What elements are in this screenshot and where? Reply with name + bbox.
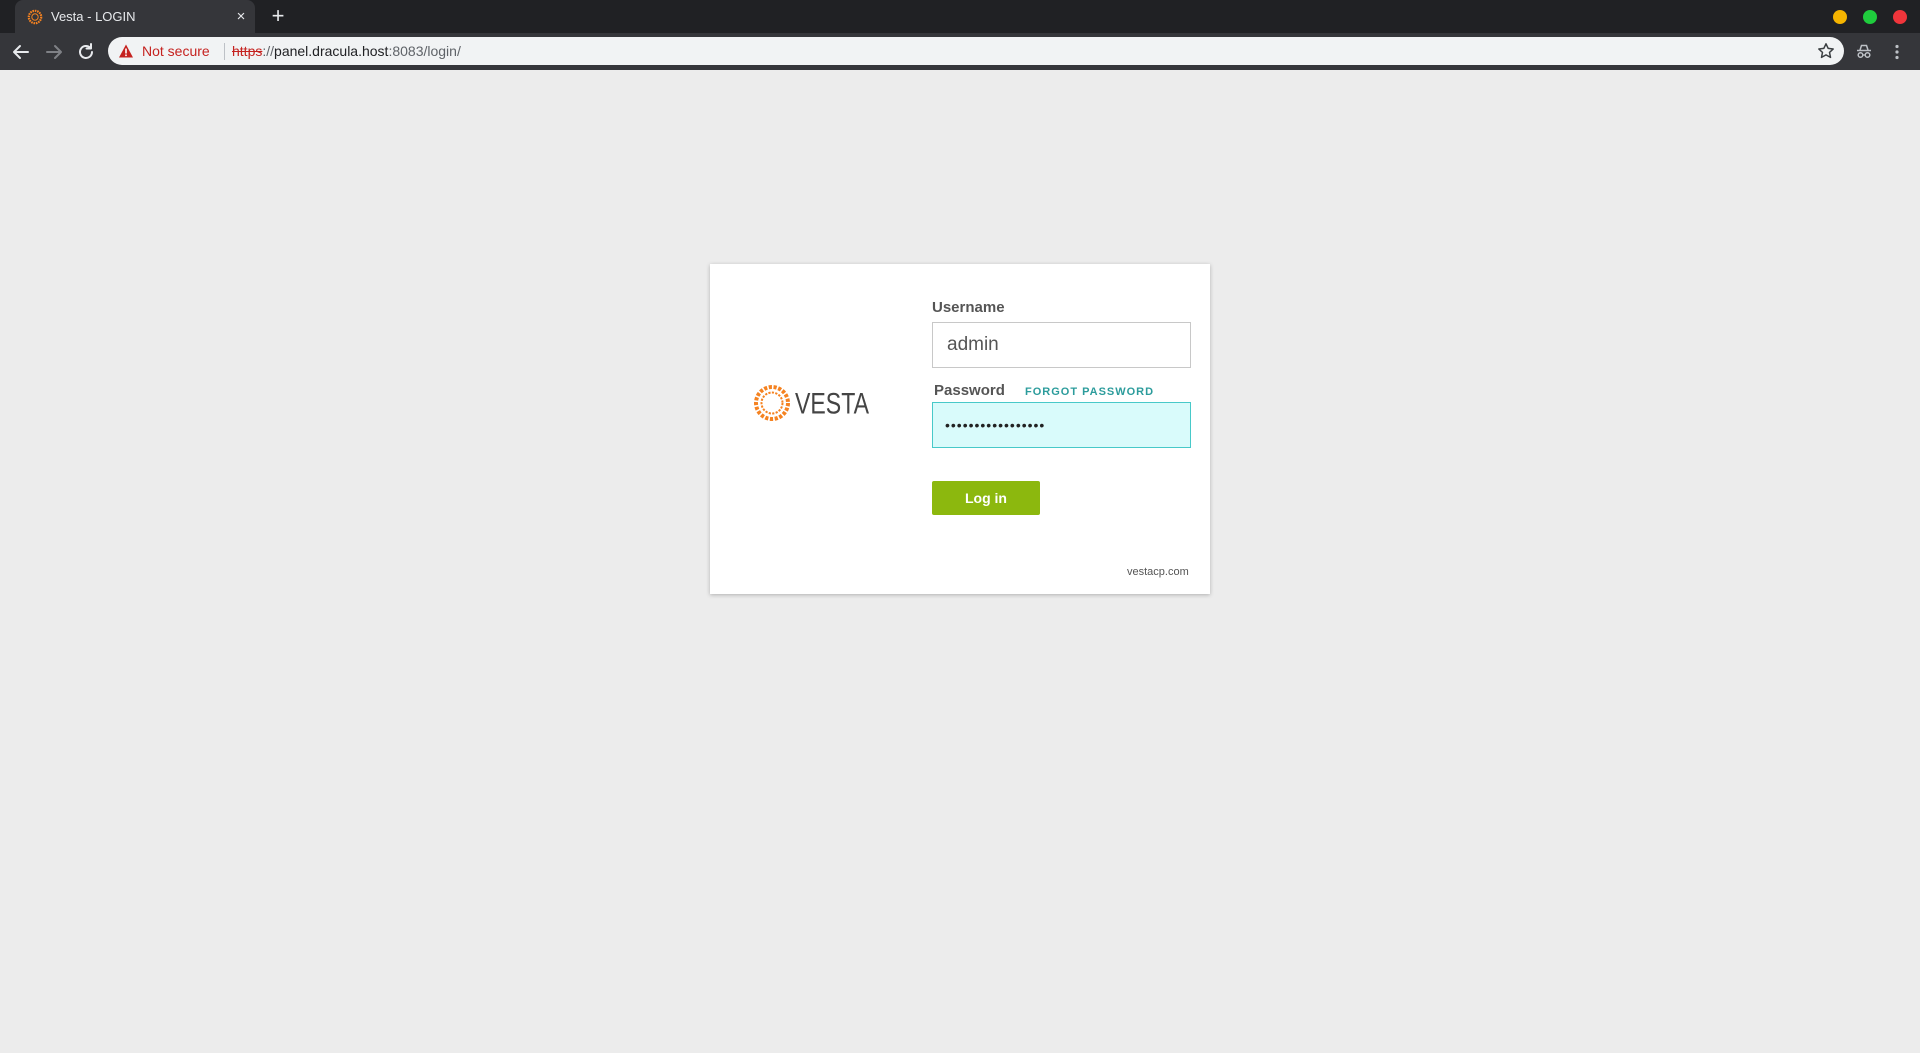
vesta-logo: VESTA	[754, 385, 869, 421]
url-path: :8083/login/	[388, 43, 461, 59]
username-label: Username	[932, 299, 1005, 316]
kebab-menu-icon[interactable]	[1888, 43, 1906, 61]
incognito-icon[interactable]	[1855, 43, 1873, 61]
vestacp-link[interactable]: vestacp.com	[1127, 566, 1189, 578]
login-card: VESTA Username Password FORGOT PASSWORD …	[710, 264, 1210, 594]
forgot-password-link[interactable]: FORGOT PASSWORD	[1025, 386, 1154, 398]
tab-close-icon[interactable]: ×	[233, 9, 249, 25]
password-label: Password	[934, 382, 1005, 399]
arrow-right-icon[interactable]	[43, 41, 65, 63]
address-bar[interactable]: Not secure https://panel.dracula.host:80…	[108, 37, 1844, 65]
browser-tab[interactable]: Vesta - LOGIN ×	[15, 0, 255, 33]
browser-toolbar: Not secure https://panel.dracula.host:80…	[0, 33, 1920, 70]
new-tab-button[interactable]: +	[268, 5, 288, 27]
window-maximize-button[interactable]	[1863, 10, 1877, 24]
vesta-logo-ring-inner	[760, 391, 784, 415]
star-icon[interactable]	[1817, 42, 1835, 60]
url-host: panel.dracula.host	[274, 43, 389, 59]
vesta-logo-text: VESTA	[795, 388, 869, 421]
arrow-left-icon[interactable]	[10, 41, 32, 63]
browser-tab-strip: Vesta - LOGIN × +	[0, 0, 1920, 33]
warning-triangle-icon[interactable]	[118, 43, 134, 59]
window-minimize-button[interactable]	[1833, 10, 1847, 24]
login-button[interactable]: Log in	[932, 481, 1040, 515]
tab-title: Vesta - LOGIN	[51, 9, 136, 24]
password-input[interactable]	[932, 402, 1191, 448]
reload-icon[interactable]	[75, 41, 97, 63]
address-bar-divider	[224, 43, 225, 60]
url-text[interactable]: https://panel.dracula.host:8083/login/	[232, 43, 461, 59]
url-scheme: https	[232, 43, 263, 59]
window-close-button[interactable]	[1893, 10, 1907, 24]
username-input[interactable]	[932, 322, 1191, 368]
url-separator: ://	[262, 43, 275, 59]
vesta-favicon-icon	[27, 9, 43, 25]
security-status-label[interactable]: Not secure	[142, 43, 210, 59]
